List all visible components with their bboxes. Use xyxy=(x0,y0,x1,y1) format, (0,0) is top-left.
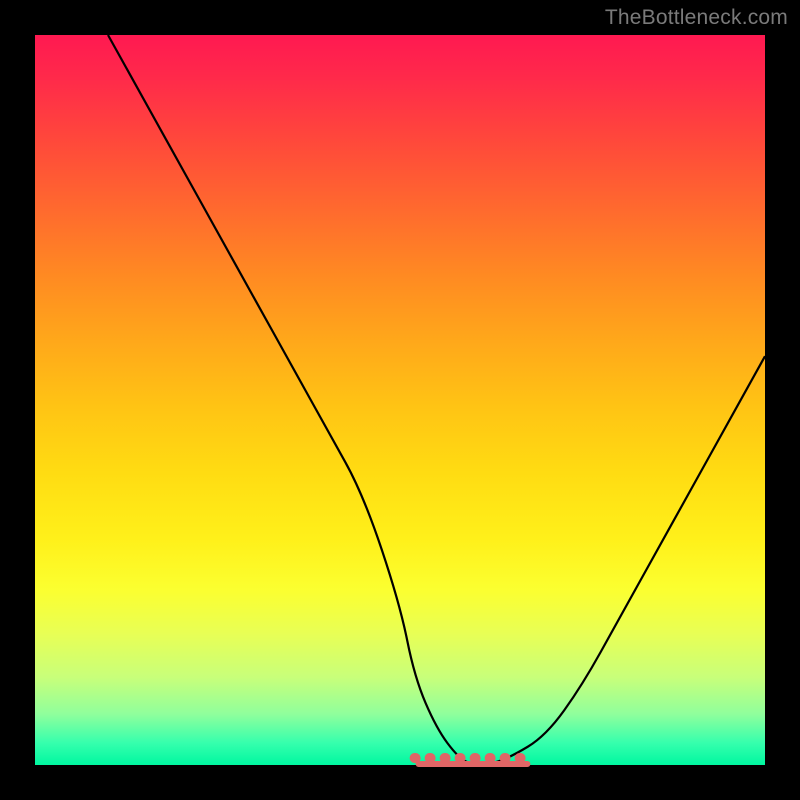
bottleneck-curve-path xyxy=(108,35,765,765)
curve-group xyxy=(108,35,765,765)
plot-area xyxy=(35,35,765,765)
chart-svg xyxy=(35,35,765,765)
chart-frame: TheBottleneck.com xyxy=(0,0,800,800)
watermark-text: TheBottleneck.com xyxy=(605,6,788,30)
